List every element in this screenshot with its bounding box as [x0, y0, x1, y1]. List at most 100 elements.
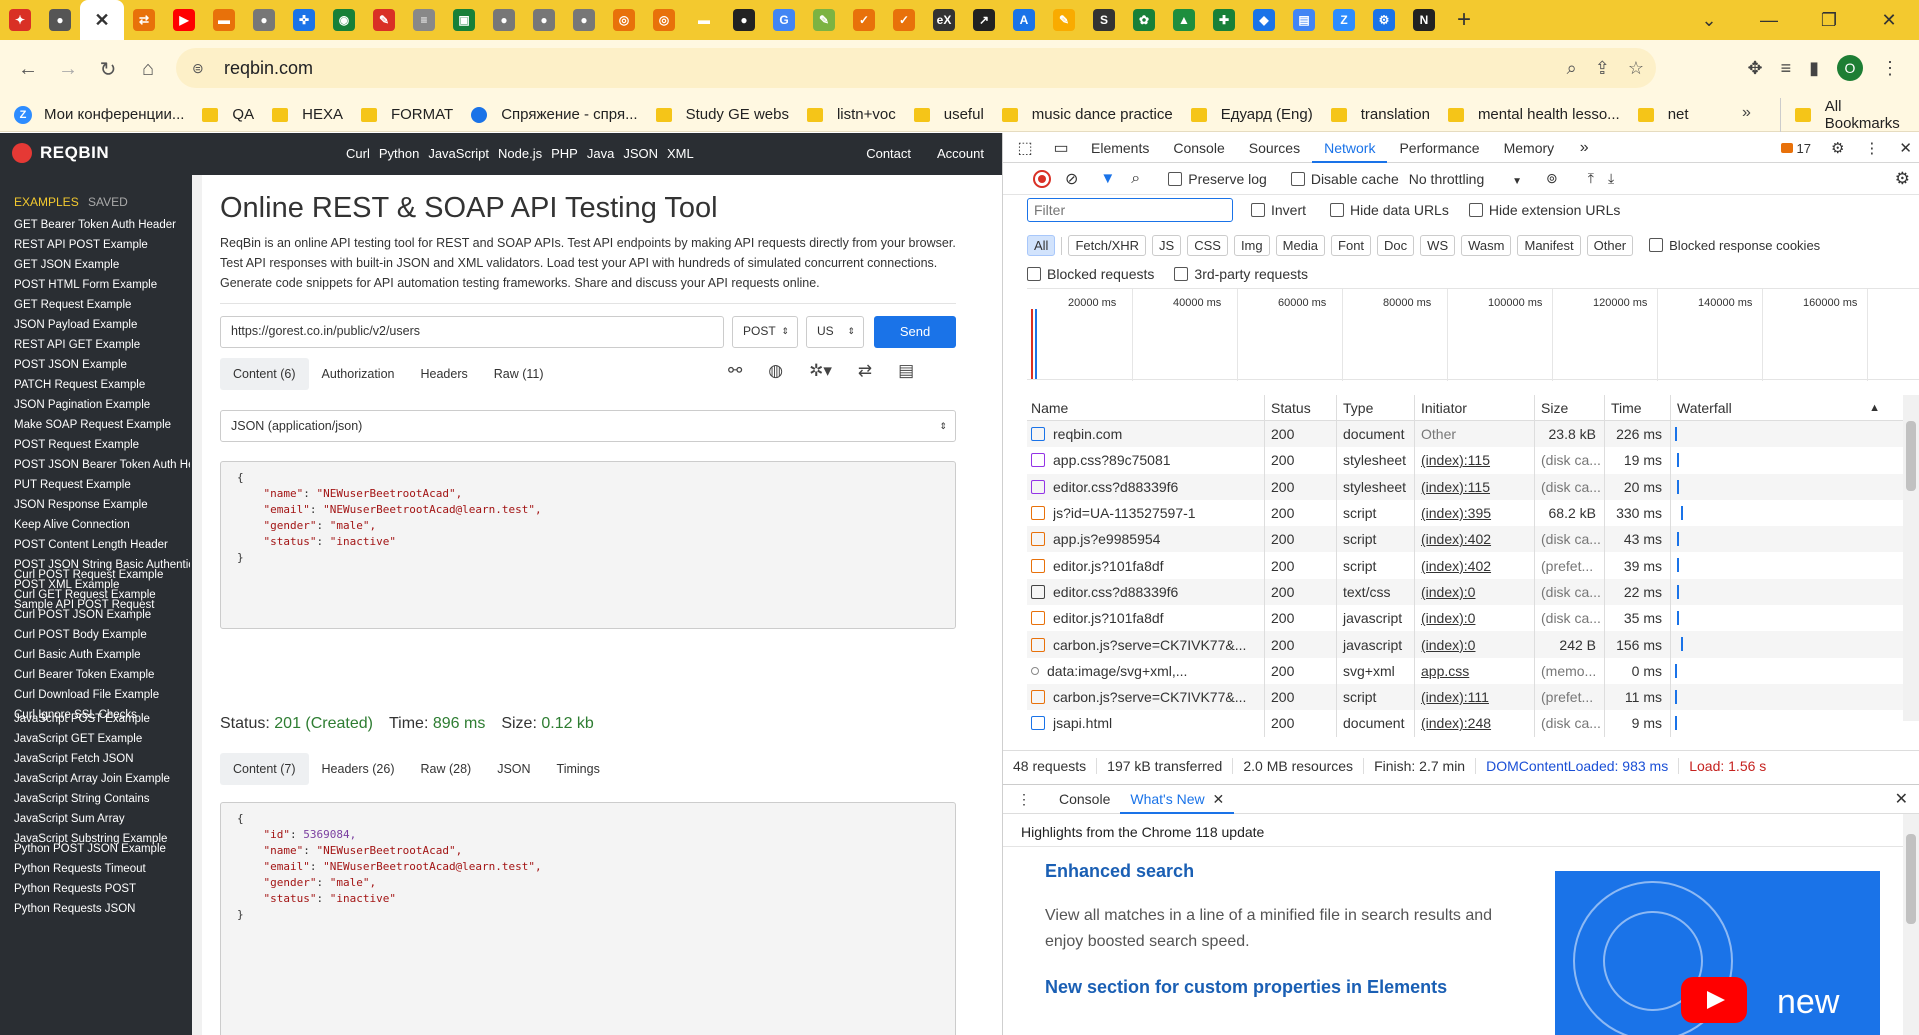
play-button-icon[interactable] [1681, 977, 1747, 1023]
pin-tab[interactable]: ✎ [364, 0, 404, 40]
table-row[interactable]: carbon.js?serve=CK7IVK77&... 200 javascrip… [1027, 631, 1919, 658]
content-type-select[interactable]: JSON (application/json) ⇕ [220, 410, 956, 442]
sidebar-example-link[interactable]: REST API GET Example [14, 335, 190, 355]
response-tab-content[interactable]: Content (7) [220, 753, 309, 785]
throttling-select[interactable]: No throttling ▼ [1409, 171, 1522, 187]
devtools-tab-elements[interactable]: Elements [1079, 133, 1161, 163]
sidebar-example-link[interactable]: POST JSON Example [14, 355, 190, 375]
nav-link-php[interactable]: PHP [551, 146, 578, 161]
swap-icon[interactable]: ⇄ [858, 361, 872, 381]
bookmarks-overflow-icon[interactable]: » [1742, 104, 1751, 122]
initiator-link[interactable]: (index):402 [1421, 558, 1491, 574]
bookmark-item[interactable]: music dance practice [1001, 106, 1173, 123]
nav-link-python[interactable]: Python [379, 146, 419, 161]
type-filter-css[interactable]: CSS [1187, 235, 1228, 256]
request-url-input[interactable]: https://gorest.co.in/public/v2/users [220, 316, 724, 348]
save-icon[interactable]: ▤ [898, 361, 914, 381]
import-har-icon[interactable]: ⤒ [1588, 170, 1594, 187]
invert-checkbox[interactable]: Invert [1251, 202, 1306, 218]
bookmark-item[interactable]: HEXA [272, 106, 343, 123]
initiator-link[interactable]: (index):0 [1421, 637, 1475, 653]
note-tab[interactable]: ▬ [684, 0, 724, 40]
table-row[interactable]: editor.js?101fa8df 200 javascript (index):0… [1027, 605, 1919, 632]
network-settings-icon[interactable]: ⚙ [1895, 169, 1910, 189]
third-party-requests-checkbox[interactable]: 3rd-party requests [1174, 266, 1308, 282]
sidebar-example-link[interactable]: JavaScript POST Example [14, 709, 190, 729]
search-icon[interactable]: ⌕ [1131, 170, 1140, 188]
page-scrollbar[interactable] [192, 175, 202, 1035]
sidebar-example-link[interactable]: JSON Payload Example [14, 315, 190, 335]
hide-extension-urls-checkbox[interactable]: Hide extension URLs [1468, 202, 1620, 218]
response-tab-headers[interactable]: Headers (26) [309, 753, 408, 785]
request-tab-raw[interactable]: Raw (11) [481, 358, 557, 390]
badge-tab[interactable]: ✜ [284, 0, 324, 40]
s-tab[interactable]: S [1084, 0, 1124, 40]
share-icon[interactable]: ⚯ [728, 361, 742, 381]
bookmark-item[interactable]: Спряжение - спря... [471, 106, 638, 123]
type-filter-all[interactable]: All [1027, 235, 1056, 256]
menu-icon[interactable]: ⋮ [1881, 58, 1899, 79]
magic-wand-icon[interactable]: ✲▾ [809, 361, 832, 381]
type-filter-doc[interactable]: Doc [1377, 235, 1415, 256]
sidebar-example-link[interactable]: Curl GET Request Example [14, 585, 190, 605]
maximize-button[interactable]: ❐ [1799, 0, 1859, 40]
col-initiator[interactable]: Initiator [1415, 395, 1535, 420]
bookmark-item[interactable]: listn+voc [806, 106, 896, 123]
doc-tab[interactable]: ▤ [1284, 0, 1324, 40]
sidebar-example-link[interactable]: Curl Bearer Token Example [14, 665, 190, 685]
home-icon[interactable]: ⌂ [128, 49, 168, 89]
drawer-tab-whats-new[interactable]: What's New ✕ [1120, 784, 1235, 814]
response-tab-json[interactable]: JSON [484, 753, 543, 785]
filter-funnel-icon[interactable]: ▼ [1100, 170, 1115, 187]
type-filter-ws[interactable]: WS [1420, 235, 1456, 256]
sidebar-example-link[interactable]: GET Bearer Token Auth Header [14, 215, 190, 235]
diamond-tab[interactable]: ◆ [1244, 0, 1284, 40]
forward-arrow-icon[interactable]: → [48, 49, 88, 89]
bookmark-item[interactable]: QA [202, 106, 254, 123]
type-filter-fetch-xhr[interactable]: Fetch/XHR [1068, 235, 1147, 256]
col-status[interactable]: Status [1265, 395, 1337, 420]
sidebar-example-link[interactable]: Python Requests POST [14, 879, 190, 899]
inspect-icon[interactable]: ⬚ [1007, 138, 1043, 158]
network-conditions-icon[interactable]: ⊚ [1546, 170, 1558, 187]
drawer-scrollbar[interactable] [1903, 814, 1919, 1035]
initiator-link[interactable]: (index):395 [1421, 505, 1491, 521]
notion-tab[interactable]: N [1404, 0, 1444, 40]
bookmark-item[interactable]: net [1637, 106, 1689, 123]
reload-icon[interactable]: ↻ [88, 49, 128, 89]
network-overview-timeline[interactable]: 20000 ms 40000 ms 60000 ms 80000 ms 100000 m… [1027, 288, 1919, 381]
a-tab[interactable]: A [1004, 0, 1044, 40]
request-body-editor[interactable]: { "name": "NEWuserBeetrootAcad", "email"… [220, 461, 956, 629]
target-tab[interactable]: ◎ [604, 0, 644, 40]
type-filter-img[interactable]: Img [1233, 235, 1270, 256]
hide-data-urls-checkbox[interactable]: Hide data URLs [1330, 202, 1449, 218]
gear-tab[interactable]: ✿ [1124, 0, 1164, 40]
gear-tab[interactable]: ⚙ [1364, 0, 1404, 40]
disable-cache-checkbox[interactable]: Disable cache [1290, 171, 1399, 187]
nav-link-javascript[interactable]: JavaScript [428, 146, 489, 161]
table-row[interactable]: editor.css?d88339f6 200 stylesheet (index):… [1027, 473, 1919, 500]
filter-input[interactable] [1027, 198, 1233, 222]
table-row[interactable]: app.js?e9985954 200 script (index):402 (disk… [1027, 526, 1919, 553]
sidebar-example-link[interactable]: POST HTML Form Example [14, 275, 190, 295]
record-icon[interactable] [1033, 169, 1051, 188]
sidebar-example-link[interactable]: GET JSON Example [14, 255, 190, 275]
blocked-response-cookies-checkbox[interactable]: Blocked response cookies [1649, 238, 1820, 253]
request-tab-authorization[interactable]: Authorization [309, 358, 408, 390]
sidebar-example-link[interactable]: Python Requests Timeout [14, 859, 190, 879]
close-devtools-icon[interactable]: ✕ [1899, 139, 1912, 157]
table-row[interactable]: jsapi.html 200 document (index):248 (disk ca… [1027, 710, 1919, 737]
sidebar-example-link[interactable]: Curl POST JSON Example [14, 605, 190, 625]
bookmark-star-icon[interactable]: ☆ [1628, 58, 1644, 79]
bookmark-item[interactable]: Едуард (Eng) [1190, 106, 1313, 123]
profile-avatar[interactable]: O [1837, 55, 1863, 81]
sidebar-example-link[interactable]: JavaScript Sum Array [14, 809, 190, 829]
new-tab-button[interactable]: + [1444, 6, 1484, 34]
initiator-link[interactable]: (index):0 [1421, 610, 1475, 626]
sidebar-example-link[interactable]: PUT Request Example [14, 475, 190, 495]
region-select[interactable]: US ⇕ [806, 316, 864, 348]
sidebar-example-link[interactable]: Python POST JSON Example [14, 839, 190, 859]
nav-link-json[interactable]: JSON [623, 146, 658, 161]
google-tab[interactable]: G [764, 0, 804, 40]
plus-tab[interactable]: ✚ [1204, 0, 1244, 40]
